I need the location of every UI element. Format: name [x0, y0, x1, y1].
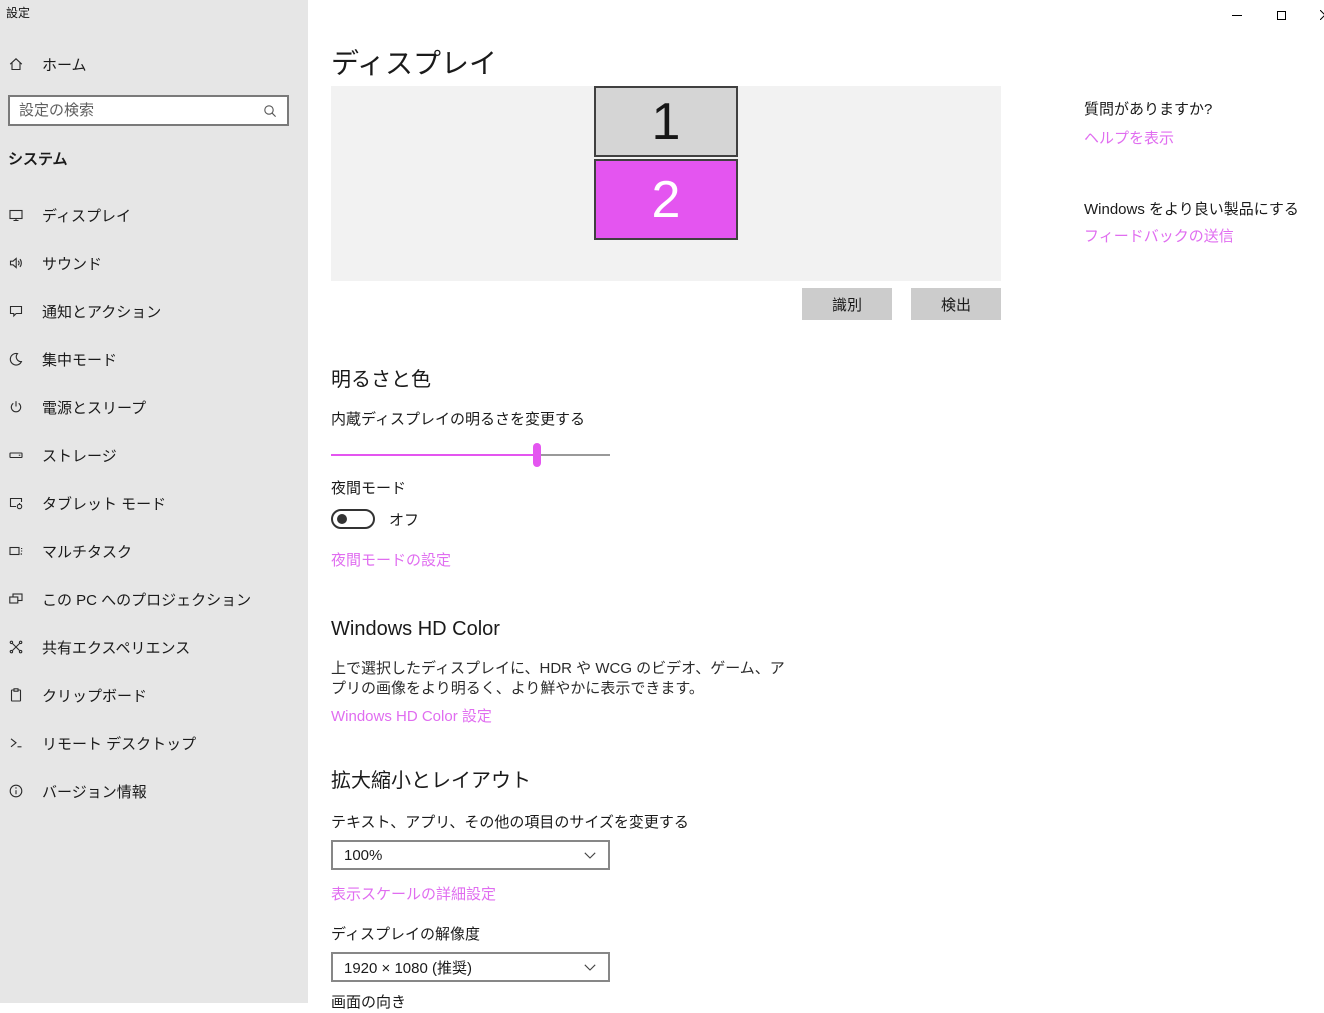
brightness-slider[interactable] [331, 443, 610, 467]
hd-color-description: 上で選択したディスプレイに、HDR や WCG のビデオ、ゲーム、アプリの画像を… [331, 660, 785, 697]
about-icon [9, 784, 23, 798]
maximize-button[interactable] [1258, 0, 1304, 30]
search-input[interactable] [10, 102, 262, 119]
maximize-icon [1276, 10, 1286, 20]
sidebar-item-home[interactable]: ホーム [8, 50, 87, 78]
minimize-icon [1232, 14, 1242, 16]
night-mode-label: 夜間モード [331, 480, 407, 497]
chevron-down-icon [584, 963, 596, 971]
sidebar-item-label: タブレット モード [42, 495, 167, 513]
notifications-icon [9, 305, 23, 318]
sidebar-item-storage[interactable]: ストレージ [0, 441, 308, 469]
clipboard-icon [10, 688, 22, 702]
settings-search-box[interactable] [8, 95, 289, 126]
sidebar-item-sound[interactable]: サウンド [0, 249, 308, 277]
toggle-knob [337, 514, 347, 524]
feedback-heading: Windows をより良い製品にする [1084, 201, 1299, 218]
get-help-link[interactable]: ヘルプを表示 [1084, 129, 1174, 149]
minimize-button[interactable] [1214, 0, 1260, 30]
sidebar-home-label: ホーム [42, 56, 87, 74]
main-content: ディスプレイ 1 2 識別 検出 明るさと色 内蔵ディスプレイの明るさを変更する… [331, 0, 1001, 1013]
orientation-label: 画面の向き [331, 994, 407, 1011]
sidebar-item-focus-assist[interactable]: 集中モード [0, 345, 308, 373]
scale-dropdown-value: 100% [344, 846, 383, 864]
tablet-mode-icon [9, 497, 23, 510]
monitor-2[interactable]: 2 [594, 159, 738, 240]
sidebar-item-clipboard[interactable]: クリップボード [0, 681, 308, 709]
sidebar-item-label: ストレージ [42, 447, 117, 465]
brightness-slider-label: 内蔵ディスプレイの明るさを変更する [331, 411, 585, 428]
monitor-1[interactable]: 1 [594, 86, 738, 157]
resolution-dropdown-value: 1920 × 1080 (推奨) [344, 959, 472, 977]
detect-button[interactable]: 検出 [911, 288, 1001, 320]
sidebar: 設定 ホーム システム ディスプレイ サウンド [0, 0, 308, 1003]
sidebar-item-tablet-mode[interactable]: タブレット モード [0, 489, 308, 517]
sidebar-nav: ディスプレイ サウンド 通知とアクション 集中モード 電源とスリープ ストレージ… [0, 201, 308, 825]
night-mode-toggle[interactable] [331, 509, 375, 529]
chevron-down-icon [584, 851, 596, 859]
sidebar-item-label: リモート デスクトップ [42, 735, 197, 753]
sidebar-item-label: 共有エクスペリエンス [42, 639, 191, 657]
remote-desktop-icon [10, 738, 22, 748]
send-feedback-link[interactable]: フィードバックの送信 [1084, 227, 1234, 247]
sidebar-section-heading: システム [8, 151, 68, 168]
question-heading: 質問がありますか? [1084, 101, 1213, 118]
sidebar-item-label: マルチタスク [42, 543, 133, 561]
sidebar-item-display[interactable]: ディスプレイ [0, 201, 308, 229]
brightness-slider-fill [331, 454, 538, 456]
night-mode-state: オフ [389, 511, 420, 529]
sidebar-item-label: 電源とスリープ [42, 399, 147, 417]
sidebar-item-multitasking[interactable]: マルチタスク [0, 537, 308, 565]
power-sleep-icon [10, 401, 22, 413]
sidebar-item-power-sleep[interactable]: 電源とスリープ [0, 393, 308, 421]
close-icon [1320, 10, 1324, 20]
monitor-2-number: 2 [651, 170, 681, 229]
shared-experiences-icon [9, 640, 23, 654]
night-mode-toggle-row: オフ [331, 508, 1001, 530]
sidebar-item-label: ディスプレイ [42, 207, 131, 225]
window-title: 設定 [6, 6, 31, 20]
scale-size-label: テキスト、アプリ、その他の項目のサイズを変更する [331, 814, 689, 831]
sidebar-item-about[interactable]: バージョン情報 [0, 777, 308, 805]
sidebar-item-shared-experiences[interactable]: 共有エクスペリエンス [0, 633, 308, 661]
sidebar-item-label: バージョン情報 [42, 783, 147, 801]
projecting-icon [9, 593, 23, 604]
sidebar-item-projecting[interactable]: この PC へのプロジェクション [0, 585, 308, 613]
brightness-slider-thumb[interactable] [533, 443, 542, 467]
display-icon [9, 209, 23, 222]
sidebar-item-label: この PC へのプロジェクション [42, 591, 252, 609]
sidebar-item-label: 集中モード [42, 351, 118, 369]
hd-color-heading: Windows HD Color [331, 618, 500, 640]
scale-layout-heading: 拡大縮小とレイアウト [331, 770, 531, 792]
sidebar-item-label: クリップボード [42, 687, 148, 705]
home-icon [8, 56, 24, 72]
search-icon[interactable] [262, 103, 278, 119]
monitor-1-number: 1 [651, 92, 681, 151]
storage-icon [9, 452, 23, 459]
scale-dropdown[interactable]: 100% [331, 840, 610, 870]
monitor-buttons-row: 識別 検出 [331, 288, 1001, 320]
monitor-arrangement-panel: 1 2 [331, 86, 1001, 281]
sidebar-item-label: 通知とアクション [42, 303, 162, 321]
hd-color-settings-link[interactable]: Windows HD Color 設定 [331, 707, 492, 727]
page-title: ディスプレイ [331, 48, 498, 79]
multitasking-icon [9, 546, 23, 556]
sidebar-item-label: サウンド [42, 255, 103, 273]
identify-button[interactable]: 識別 [802, 288, 892, 320]
resolution-label: ディスプレイの解像度 [331, 926, 480, 943]
sidebar-item-notifications[interactable]: 通知とアクション [0, 297, 308, 325]
sound-icon [9, 257, 22, 269]
advanced-scaling-link[interactable]: 表示スケールの詳細設定 [331, 885, 496, 905]
close-button[interactable] [1302, 0, 1324, 30]
brightness-section-heading: 明るさと色 [331, 369, 431, 391]
focus-assist-icon [9, 352, 23, 366]
help-rail: 質問がありますか? ヘルプを表示 Windows をより良い製品にする フィード… [1084, 99, 1314, 247]
sidebar-item-remote-desktop[interactable]: リモート デスクトップ [0, 729, 308, 757]
resolution-dropdown[interactable]: 1920 × 1080 (推奨) [331, 952, 610, 982]
night-mode-settings-link[interactable]: 夜間モードの設定 [331, 551, 451, 571]
